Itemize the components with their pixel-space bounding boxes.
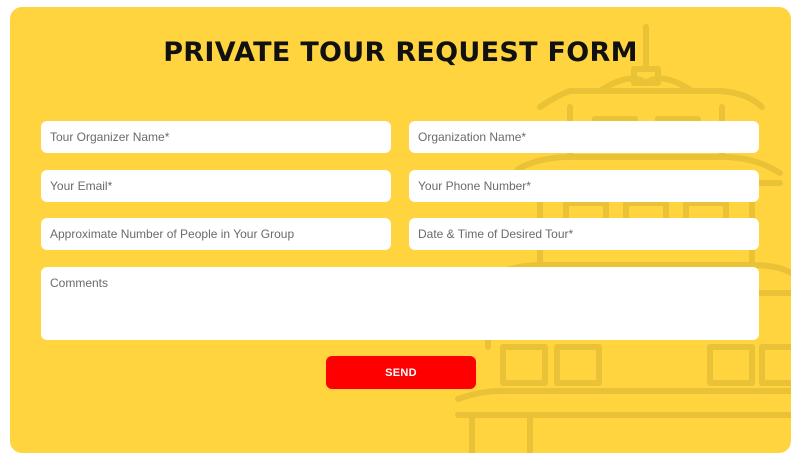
group-size-field[interactable] [41,218,391,250]
email-field[interactable] [41,170,391,202]
comments-field[interactable] [41,267,759,340]
form-title: PRIVATE TOUR REQUEST FORM [163,37,638,68]
desired-tour-datetime-field[interactable] [409,218,759,250]
send-button[interactable]: SEND [326,356,476,389]
tour-request-card: PRIVATE TOUR REQUEST FORM SEND [10,7,791,453]
organization-name-field[interactable] [409,121,759,153]
phone-number-field[interactable] [409,170,759,202]
tour-organizer-name-field[interactable] [41,121,391,153]
